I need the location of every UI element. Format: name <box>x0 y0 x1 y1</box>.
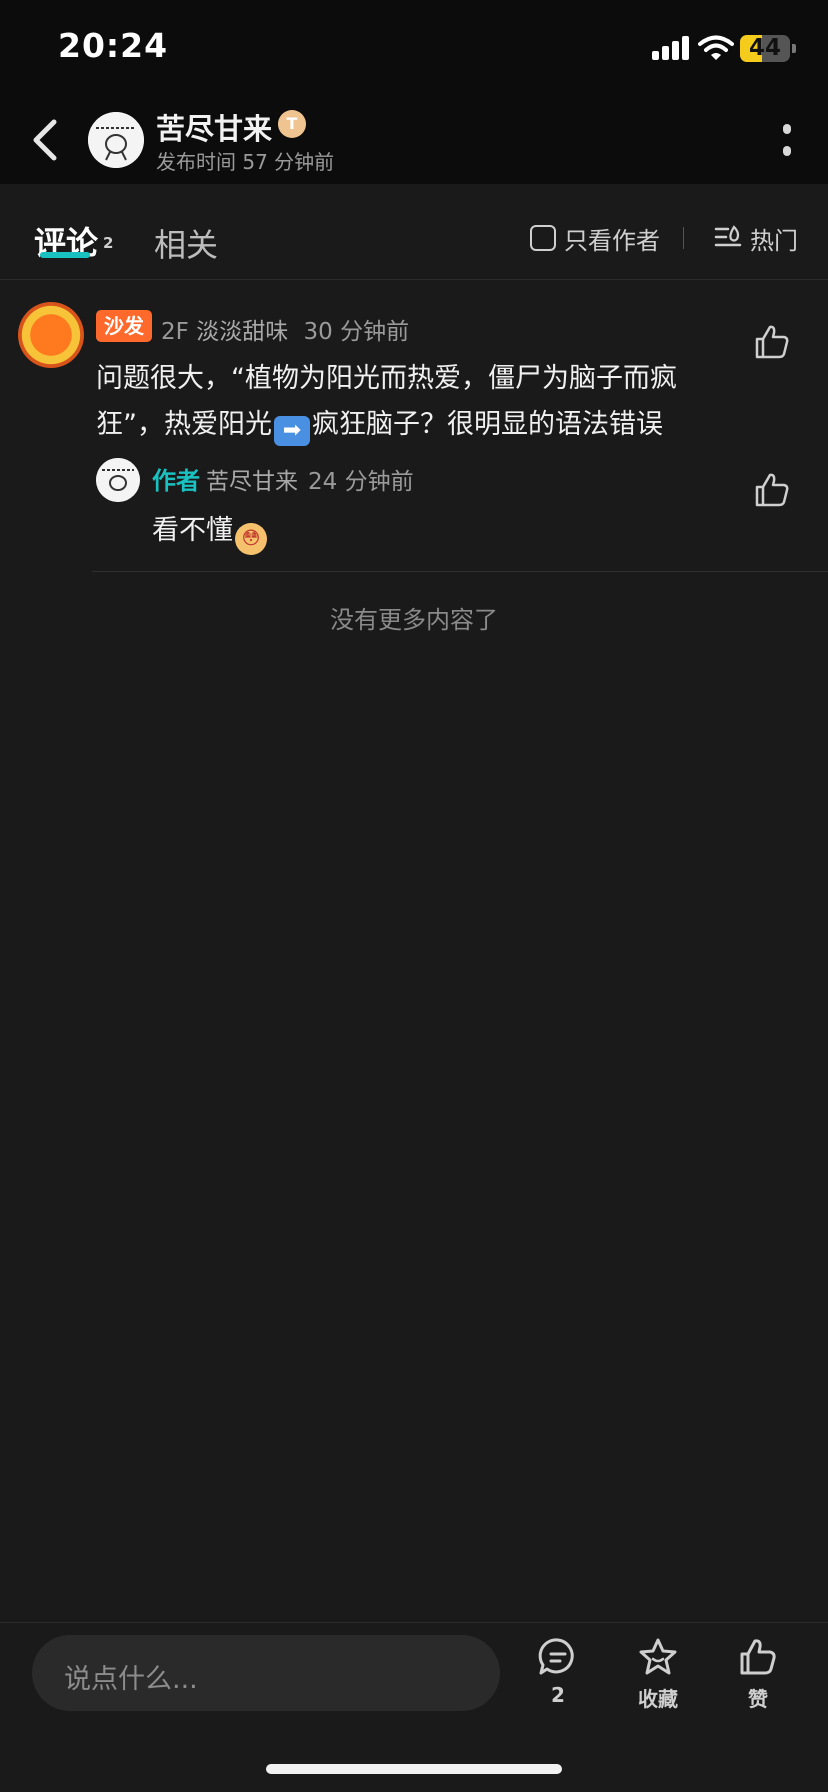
comment-text-part2: 疯狂脑子？很明显的语法错误 <box>312 409 663 440</box>
tab-related[interactable]: 相关 <box>154 220 218 266</box>
cellular-signal-icon <box>652 36 690 60</box>
wifi-icon <box>698 35 734 60</box>
commenter-name[interactable]: 淡淡甜味 <box>196 319 288 345</box>
comment-input-placeholder: 说点什么... <box>64 1664 198 1695</box>
reply-author-avatar[interactable] <box>96 458 140 502</box>
right-arrow-emoji-icon: ➡ <box>274 416 310 446</box>
status-bar: 20:24 44 <box>0 0 828 96</box>
author-name[interactable]: 苦尽甘来 <box>156 106 272 148</box>
active-tab-indicator <box>40 252 90 258</box>
author-avatar[interactable] <box>88 112 144 168</box>
like-label: 赞 <box>748 1687 768 1711</box>
publish-time: 发布时间 57 分钟前 <box>156 150 335 174</box>
checkbox-icon[interactable] <box>530 225 556 251</box>
comments-button[interactable]: 2 <box>518 1637 598 1717</box>
comment-meta: 2F 淡淡甜味 30 分钟前 <box>161 312 409 346</box>
reply-text-content: 看不懂 <box>152 515 233 546</box>
sofa-badge: 沙发 <box>96 310 152 342</box>
collect-button[interactable]: 收藏 <box>618 1637 698 1717</box>
chevron-left-icon[interactable] <box>24 114 68 166</box>
reply-meta: 作者 苦尽甘来 24 分钟前 <box>152 461 414 496</box>
post-header: 苦尽甘来 T 发布时间 57 分钟前 <box>0 96 828 184</box>
reply-author-name[interactable]: 苦尽甘来 <box>206 469 298 495</box>
home-indicator <box>266 1764 562 1774</box>
sort-label: 热门 <box>750 226 798 255</box>
star-icon <box>639 1638 677 1675</box>
reply-time: 24 分钟前 <box>308 469 414 495</box>
battery-cap <box>792 44 796 53</box>
more-vertical-icon[interactable] <box>772 122 802 162</box>
comment-input[interactable]: 说点什么... <box>32 1635 500 1711</box>
thumbs-up-icon[interactable] <box>752 322 792 362</box>
thumbs-up-icon[interactable] <box>752 470 792 510</box>
comment-tabbar: 评论 2 相关 只看作者 热门 <box>0 184 828 280</box>
reply-text[interactable]: 看不懂 😳 <box>152 508 267 555</box>
comments-count: 2 <box>103 234 114 252</box>
collect-label: 收藏 <box>638 1687 678 1711</box>
comment-time: 30 分钟前 <box>303 319 410 345</box>
status-time: 20:24 <box>58 26 169 65</box>
author-only-toggle[interactable]: 只看作者 <box>530 222 660 255</box>
author-tag: 作者 <box>152 467 200 495</box>
author-level-badge: T <box>278 110 306 138</box>
comment-floor: 2F <box>161 319 189 345</box>
sort-hot-button[interactable]: 热门 <box>714 222 798 255</box>
battery-icon: 44 <box>740 35 790 62</box>
like-button[interactable]: 赞 <box>718 1637 798 1717</box>
divider <box>92 571 828 572</box>
flushed-face-emoji-icon: 😳 <box>235 523 267 555</box>
commenter-avatar[interactable] <box>18 302 84 368</box>
thumbs-up-icon <box>740 1639 776 1675</box>
comment-text[interactable]: 问题很大，“植物为阳光而热爱，僵尸为脑子而疯狂”，热爱阳光 ➡ 疯狂脑子？很明显的语… <box>96 356 736 448</box>
sort-icon <box>714 225 742 247</box>
comment-bubble-icon <box>538 1638 574 1675</box>
author-only-label: 只看作者 <box>564 226 660 255</box>
list-end-text: 没有更多内容了 <box>330 606 498 634</box>
divider <box>683 227 684 249</box>
comment-count: 2 <box>551 1683 565 1707</box>
battery-level: 44 <box>748 35 781 61</box>
